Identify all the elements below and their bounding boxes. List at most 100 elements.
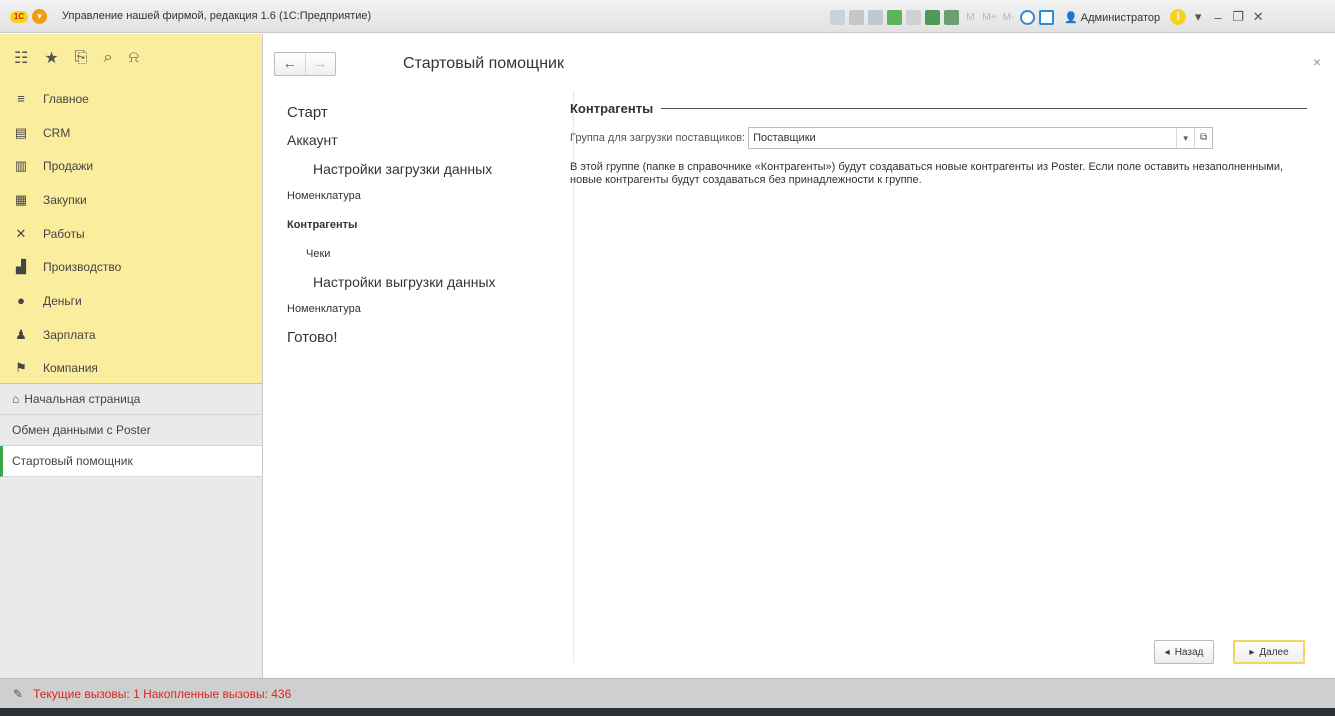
- sidebar-item-works[interactable]: ✕ Работы: [0, 217, 262, 251]
- page-title: Стартовый помощник: [403, 55, 564, 72]
- sidebar-item-production[interactable]: ▟ Производство: [0, 250, 262, 284]
- calendar-icon[interactable]: [944, 9, 959, 25]
- sidebar-item-label: Главное: [43, 91, 89, 106]
- step-counterparties[interactable]: Контрагенты: [287, 219, 357, 231]
- history-icon[interactable]: ⎘: [75, 49, 88, 67]
- tools-icon: ✕: [15, 225, 27, 241]
- open-page-home[interactable]: ⌂ Начальная страница: [0, 384, 262, 415]
- save-icon[interactable]: [906, 9, 921, 25]
- print-icon[interactable]: [849, 9, 864, 25]
- next-button[interactable]: ▸ Далее: [1233, 640, 1305, 664]
- zoom-icon[interactable]: [1020, 9, 1035, 25]
- sidebar-item-label: CRM: [43, 125, 71, 140]
- sidebar-item-main[interactable]: ≡ Главное: [0, 82, 262, 116]
- form-area: ← → Стартовый помощник × Старт Аккаунт Н…: [264, 34, 1335, 678]
- factory-icon: ▟: [16, 259, 26, 275]
- description-text: В этой группе (папке в справочнике «Конт…: [570, 161, 1284, 186]
- close-icon[interactable]: ×: [1313, 54, 1321, 70]
- back-arrow-icon[interactable]: ←: [275, 53, 305, 75]
- table-icon[interactable]: [925, 9, 940, 25]
- sidebar: ☷ ★ ⎘ ⌕ ⍾ ≡ Главное ▤ CRM ▥ Продажи ▦ Закупк…: [0, 34, 263, 678]
- m-icon[interactable]: M: [963, 12, 978, 23]
- search-icon[interactable]: ⌕: [104, 49, 113, 67]
- title-toolbar: M M+ M- 👤 Администратор i ▾ – ❐ ✕: [830, 7, 1266, 27]
- apps-grid-icon[interactable]: ☷: [14, 48, 28, 68]
- sidebar-item-label: Закупки: [43, 192, 87, 207]
- os-taskbar: [0, 708, 1335, 716]
- forward-arrow-icon[interactable]: →: [304, 53, 336, 75]
- step-start[interactable]: Старт: [287, 104, 328, 121]
- money-icon: ●: [17, 292, 25, 308]
- title-bar: 1С ▾ Управление нашей фирмой, редакция 1…: [0, 0, 1335, 33]
- step-export-nomenclature[interactable]: Номенклатура: [287, 303, 361, 315]
- info-icon[interactable]: i: [1170, 9, 1187, 25]
- flag-icon: ⚑: [15, 360, 27, 376]
- step-account[interactable]: Аккаунт: [287, 132, 338, 148]
- open-page-label: Обмен данными с Poster: [12, 423, 151, 437]
- open-page-label: Стартовый помощник: [12, 454, 133, 468]
- section-rule: [661, 107, 1307, 109]
- m-minus-icon[interactable]: M-: [1001, 12, 1016, 23]
- user-label: Администратор: [1080, 11, 1161, 24]
- field-label: Группа для загрузки поставщиков:: [570, 132, 746, 144]
- window-title: Управление нашей фирмой, редакция 1.6 (1…: [62, 10, 372, 22]
- sidebar-item-sales[interactable]: ▥ Продажи: [0, 149, 262, 183]
- minimize-icon[interactable]: –: [1210, 10, 1226, 25]
- sidebar-item-purchases[interactable]: ▦ Закупки: [0, 183, 262, 217]
- supplier-group-field: Группа для загрузки поставщиков: Поставщ…: [570, 127, 1214, 149]
- home-icon: ⌂: [12, 392, 20, 406]
- sidebar-item-money[interactable]: ● Деньги: [0, 284, 262, 318]
- panel-icon[interactable]: [1039, 9, 1054, 25]
- step-done[interactable]: Готово!: [287, 329, 338, 346]
- sections-panel: ☷ ★ ⎘ ⌕ ⍾ ≡ Главное ▤ CRM ▥ Продажи ▦ Закупк…: [0, 34, 262, 384]
- sidebar-item-label: Зарплата: [43, 327, 96, 342]
- supplier-group-input[interactable]: Поставщики ▾ ⧉: [748, 127, 1214, 149]
- back-button[interactable]: ◂ Назад: [1154, 640, 1214, 664]
- next-label: Далее: [1259, 646, 1289, 658]
- triangle-left-icon: ◂: [1164, 646, 1170, 658]
- close-window-icon[interactable]: ✕: [1250, 9, 1266, 25]
- open-page-start-assistant[interactable]: Стартовый помощник: [0, 446, 262, 477]
- star-icon[interactable]: ★: [44, 48, 58, 68]
- section-header: Контрагенты: [570, 100, 1307, 116]
- user-name[interactable]: 👤 Администратор: [1064, 11, 1160, 24]
- history-nav: ← →: [274, 52, 336, 76]
- field-value[interactable]: Поставщики: [749, 132, 1176, 144]
- sidebar-item-label: Производство: [43, 260, 122, 275]
- main-menu-button[interactable]: ▾: [32, 9, 47, 24]
- crm-icon: ▤: [14, 124, 28, 140]
- menu-icon: ≡: [17, 90, 25, 106]
- sidebar-item-crm[interactable]: ▤ CRM: [0, 116, 262, 150]
- m-plus-icon[interactable]: M+: [982, 12, 997, 23]
- sidebar-item-salary[interactable]: ♟ Зарплата: [0, 318, 262, 352]
- chevron-down-icon[interactable]: ▾: [1190, 9, 1206, 25]
- restore-icon[interactable]: ❐: [1230, 9, 1246, 25]
- open-page-poster-exchange[interactable]: Обмен данными с Poster: [0, 415, 262, 446]
- calls-counter: Текущие вызовы: 1 Накопленные вызовы: 43…: [33, 686, 292, 701]
- step-import-settings[interactable]: Настройки загрузки данных: [313, 161, 492, 177]
- preview-icon[interactable]: [868, 9, 883, 25]
- section-title: Контрагенты: [570, 100, 654, 116]
- sidebar-item-label: Компания: [43, 361, 98, 376]
- chevron-down-icon[interactable]: ▾: [1176, 128, 1194, 148]
- step-import-nomenclature[interactable]: Номенклатура: [287, 190, 361, 202]
- calls-icon[interactable]: ✎: [13, 687, 23, 701]
- sidebar-toolbar: ☷ ★ ⎘ ⌕ ⍾: [0, 34, 262, 82]
- open-page-label: Начальная страница: [24, 392, 141, 406]
- sidebar-item-label: Деньги: [43, 293, 82, 308]
- upload-icon[interactable]: [887, 9, 902, 25]
- sidebar-item-company[interactable]: ⚑ Компания: [0, 352, 262, 386]
- doc-icon[interactable]: [830, 9, 845, 25]
- back-label: Назад: [1174, 646, 1204, 658]
- purchases-icon: ▦: [14, 191, 28, 207]
- step-export-settings[interactable]: Настройки выгрузки данных: [313, 274, 496, 290]
- status-bar: ✎ Текущие вызовы: 1 Накопленные вызовы: …: [0, 678, 1335, 708]
- step-receipts[interactable]: Чеки: [306, 248, 330, 260]
- people-icon: ♟: [15, 326, 27, 342]
- sidebar-item-label: Работы: [43, 226, 85, 241]
- triangle-right-icon: ▸: [1249, 646, 1255, 658]
- 1c-logo-icon: 1С: [10, 11, 28, 23]
- open-icon[interactable]: ⧉: [1194, 128, 1212, 148]
- bell-icon[interactable]: ⍾: [128, 49, 139, 67]
- sidebar-item-label: Продажи: [43, 159, 94, 174]
